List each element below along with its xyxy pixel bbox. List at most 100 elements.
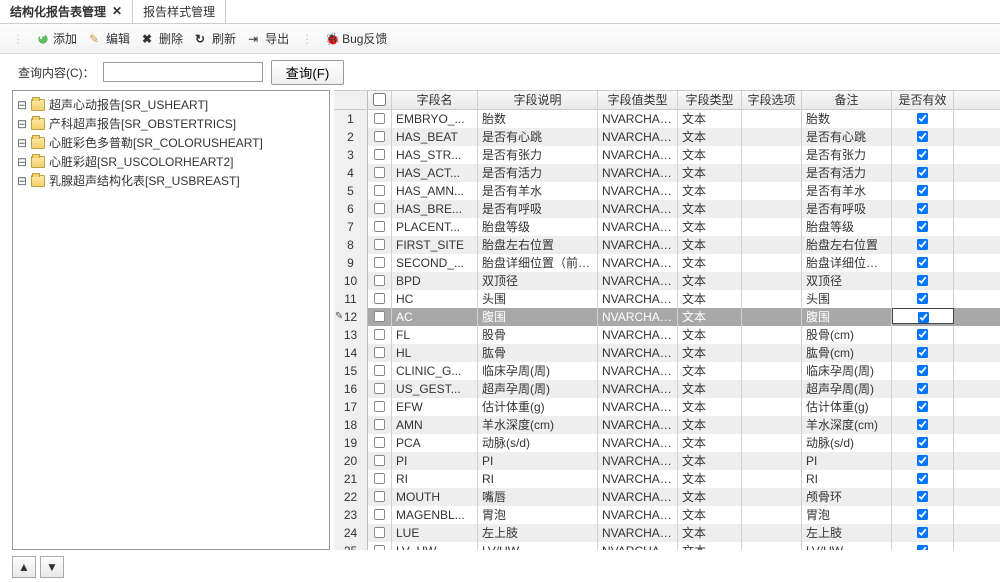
row-checkbox[interactable] — [374, 347, 385, 358]
cell-fieldtype[interactable]: 文本 — [678, 272, 742, 290]
cell-fielddesc[interactable]: 是否有活力 — [478, 164, 598, 182]
cell-options[interactable] — [742, 524, 802, 542]
cell-fieldname[interactable]: HAS_BEAT — [392, 128, 478, 146]
cell-fielddesc[interactable]: 估计体重(g) — [478, 398, 598, 416]
valid-checkbox[interactable] — [917, 401, 928, 412]
valid-checkbox[interactable] — [917, 113, 928, 124]
valid-checkbox[interactable] — [917, 275, 928, 286]
cell-checkbox[interactable] — [368, 362, 392, 380]
tree-item[interactable]: ⊟超声心动报告[SR_USHEART] — [17, 95, 325, 114]
cell-fielddesc[interactable]: 双顶径 — [478, 272, 598, 290]
cell-fieldname[interactable]: PI — [392, 452, 478, 470]
export-button[interactable]: 导出 — [248, 30, 289, 47]
row-checkbox[interactable] — [374, 203, 385, 214]
cell-remark[interactable]: 是否有羊水 — [802, 182, 892, 200]
cell-fieldname[interactable]: LUE — [392, 524, 478, 542]
cell-fieldname[interactable]: MOUTH — [392, 488, 478, 506]
cell-fieldtype[interactable]: 文本 — [678, 254, 742, 272]
cell-fieldname[interactable]: PCA — [392, 434, 478, 452]
cell-fielddesc[interactable]: 头围 — [478, 290, 598, 308]
cell-valtype[interactable]: NVARCHAR2 — [598, 542, 678, 550]
refresh-button[interactable]: 刷新 — [195, 30, 236, 47]
tree-label[interactable]: 产科超声报告[SR_OBSTERTRICS] — [49, 115, 236, 132]
table-row[interactable]: 20PIPINVARCHAR2文本PI — [334, 452, 1000, 470]
cell-fielddesc[interactable]: 嘴唇 — [478, 488, 598, 506]
cell-valtype[interactable]: NVARCHAR2 — [598, 164, 678, 182]
cell-fielddesc[interactable]: 羊水深度(cm) — [478, 416, 598, 434]
cell-fieldname[interactable]: AMN — [392, 416, 478, 434]
cell-valid[interactable] — [892, 362, 954, 380]
cell-fieldname[interactable]: PLACENT... — [392, 218, 478, 236]
valid-checkbox[interactable] — [917, 473, 928, 484]
cell-checkbox[interactable] — [368, 524, 392, 542]
cell-fieldname[interactable]: HAS_ACT... — [392, 164, 478, 182]
table-row[interactable]: 8FIRST_SITE胎盘左右位置NVARCHAR2文本胎盘左右位置 — [334, 236, 1000, 254]
cell-valtype[interactable]: NVARCHAR2 — [598, 380, 678, 398]
cell-fieldtype[interactable]: 文本 — [678, 488, 742, 506]
search-button[interactable]: 查询(F) — [271, 60, 345, 85]
tree-label[interactable]: 心脏彩色多普勒[SR_COLORUSHEART] — [49, 134, 263, 151]
cell-checkbox[interactable] — [368, 542, 392, 550]
cell-remark[interactable]: 胎盘等级 — [802, 218, 892, 236]
cell-valtype[interactable]: NVARCHAR2 — [598, 218, 678, 236]
row-checkbox[interactable] — [374, 131, 385, 142]
cell-valtype[interactable]: NVARCHAR2 — [598, 182, 678, 200]
row-checkbox[interactable] — [374, 293, 385, 304]
cell-fielddesc[interactable]: 胎数 — [478, 110, 598, 128]
cell-valtype[interactable]: NVARCHAR2 — [598, 110, 678, 128]
edit-button[interactable]: 编辑 — [89, 30, 130, 47]
cell-fieldtype[interactable]: 文本 — [678, 542, 742, 550]
cell-valid[interactable] — [892, 254, 954, 272]
cell-checkbox[interactable] — [368, 200, 392, 218]
cell-valid[interactable] — [892, 488, 954, 506]
expand-icon[interactable]: ⊟ — [17, 155, 27, 169]
cell-checkbox[interactable] — [368, 254, 392, 272]
valid-checkbox[interactable] — [917, 527, 928, 538]
cell-remark[interactable]: 腹围 — [802, 308, 892, 326]
tree-item[interactable]: ⊟ 心脏彩超[SR_USCOLORHEART2] — [17, 152, 325, 171]
cell-valid[interactable] — [892, 434, 954, 452]
cell-valid[interactable] — [892, 398, 954, 416]
row-checkbox[interactable] — [374, 527, 385, 538]
cell-checkbox[interactable] — [368, 416, 392, 434]
cell-fieldname[interactable]: HAS_STR... — [392, 146, 478, 164]
tab-report-style[interactable]: 报告样式管理 — [133, 0, 226, 23]
cell-fieldtype[interactable]: 文本 — [678, 182, 742, 200]
cell-valtype[interactable]: NVARCHAR2 — [598, 524, 678, 542]
cell-fieldname[interactable]: RI — [392, 470, 478, 488]
table-row[interactable]: 24LUE左上肢NVARCHAR2文本左上肢 — [334, 524, 1000, 542]
cell-checkbox[interactable] — [368, 128, 392, 146]
cell-fieldname[interactable]: US_GEST... — [392, 380, 478, 398]
cell-remark[interactable]: 是否有张力 — [802, 146, 892, 164]
tree-panel[interactable]: ⊟超声心动报告[SR_USHEART] ⊟ 产科超声报告[SR_OBSTERTRIC… — [12, 90, 330, 550]
cell-valtype[interactable]: NVARCHAR2 — [598, 128, 678, 146]
tab-structured-report[interactable]: 结构化报告表管理 ✕ — [0, 0, 133, 23]
cell-remark[interactable]: 是否有活力 — [802, 164, 892, 182]
cell-options[interactable] — [742, 452, 802, 470]
cell-valtype[interactable]: NVARCHAR2 — [598, 326, 678, 344]
valid-checkbox[interactable] — [917, 329, 928, 340]
cell-checkbox[interactable] — [368, 146, 392, 164]
header-checkbox[interactable] — [373, 93, 386, 106]
cell-remark[interactable]: 左上肢 — [802, 524, 892, 542]
cell-checkbox[interactable] — [368, 182, 392, 200]
tree-label[interactable]: 心脏彩超[SR_USCOLORHEART2] — [49, 153, 233, 170]
cell-checkbox[interactable] — [368, 308, 392, 326]
table-row[interactable]: 10BPD双顶径NVARCHAR2文本双顶径 — [334, 272, 1000, 290]
cell-fieldtype[interactable]: 文本 — [678, 110, 742, 128]
cell-remark[interactable]: 羊水深度(cm) — [802, 416, 892, 434]
cell-fieldtype[interactable]: 文本 — [678, 470, 742, 488]
cell-checkbox[interactable] — [368, 218, 392, 236]
cell-checkbox[interactable] — [368, 272, 392, 290]
delete-button[interactable]: 删除 — [142, 30, 183, 47]
cell-remark[interactable]: 估计体重(g) — [802, 398, 892, 416]
cell-options[interactable] — [742, 254, 802, 272]
row-checkbox[interactable] — [374, 113, 385, 124]
cell-valtype[interactable]: NVARCHAR2 — [598, 236, 678, 254]
move-up-button[interactable]: ▲ — [12, 556, 36, 578]
cell-valtype[interactable]: NVARCHAR2 — [598, 146, 678, 164]
cell-fieldname[interactable]: LV_HW — [392, 542, 478, 550]
row-checkbox[interactable] — [374, 275, 385, 286]
valid-checkbox[interactable] — [917, 509, 928, 520]
cell-valid[interactable] — [892, 326, 954, 344]
